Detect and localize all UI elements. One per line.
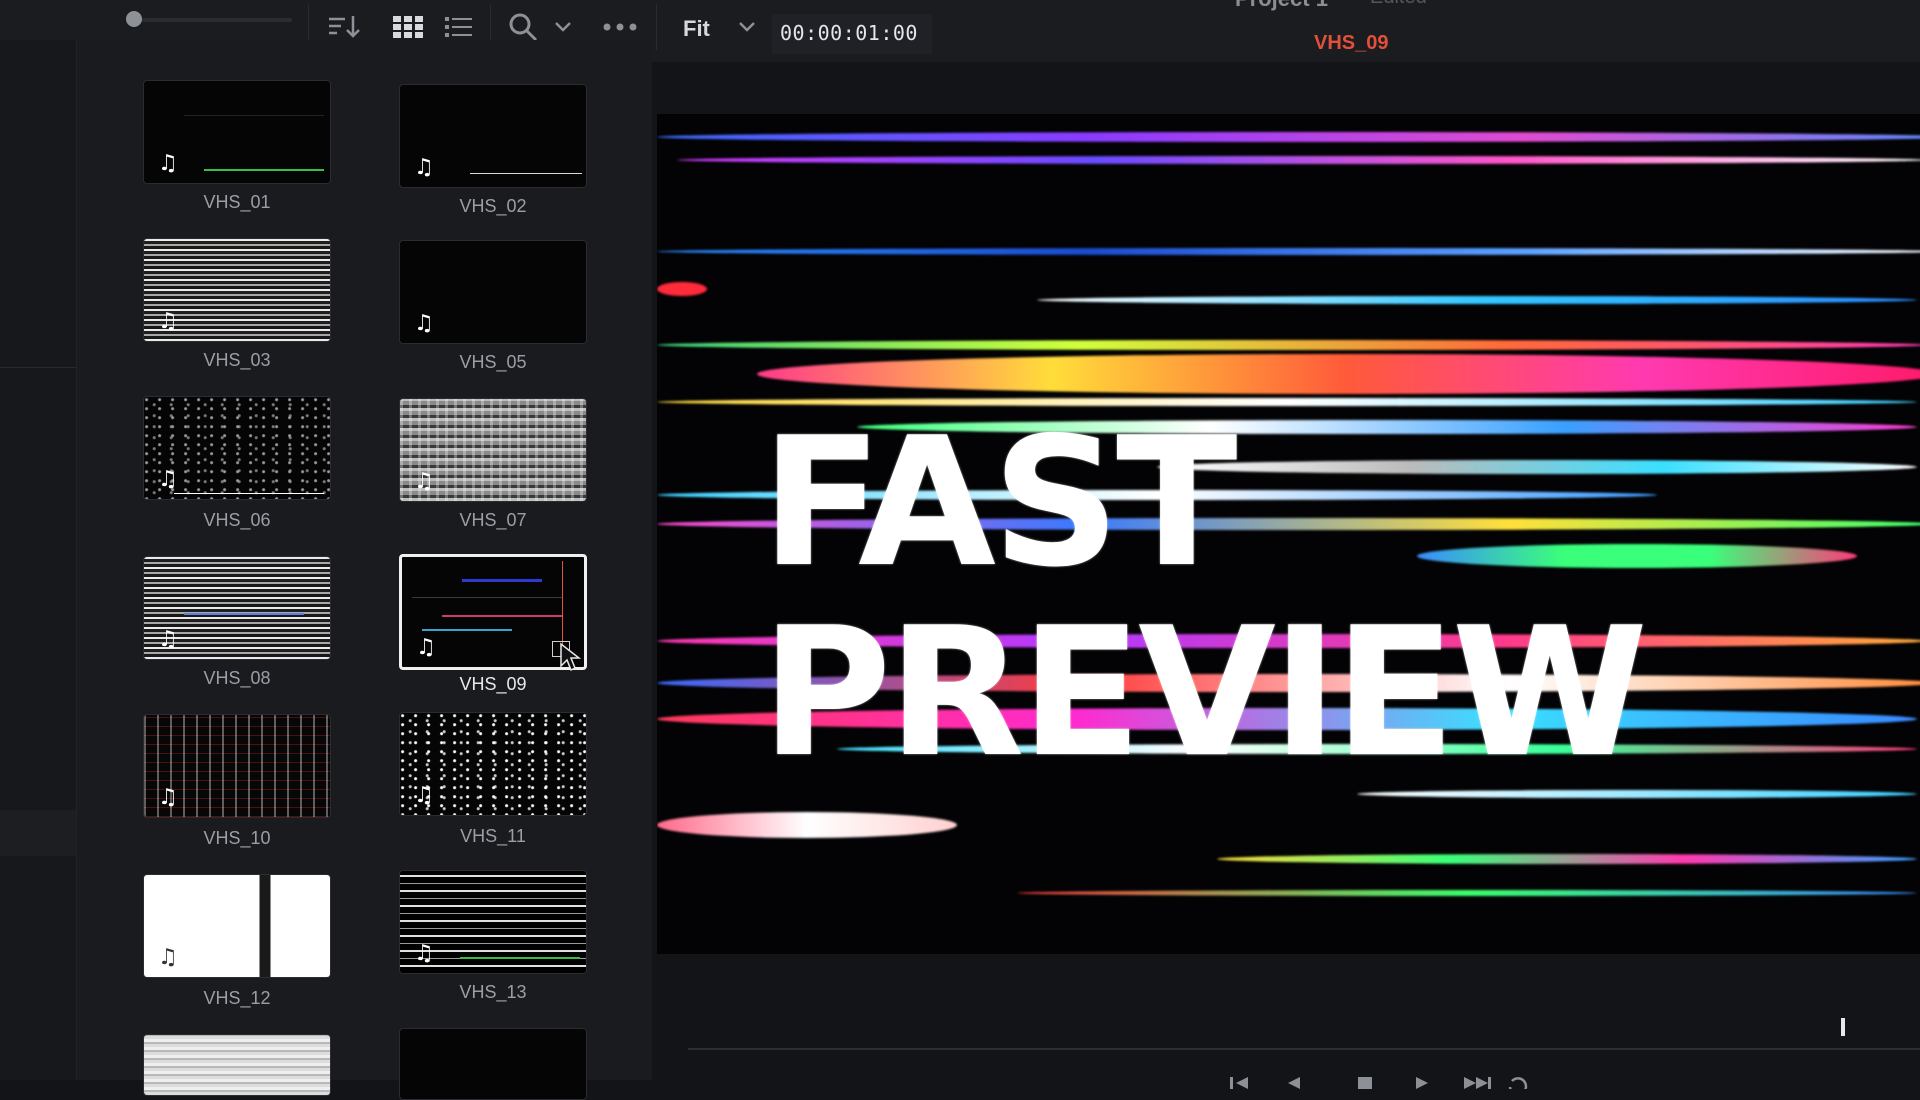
stop-icon bbox=[1358, 1077, 1372, 1089]
glitch-line bbox=[460, 957, 580, 959]
video-viewer[interactable]: FAST PREVIEW bbox=[657, 114, 1920, 954]
glitch-streak bbox=[657, 812, 957, 838]
skip-end-icon bbox=[1476, 1077, 1488, 1089]
skip-end-icon bbox=[1488, 1077, 1491, 1089]
glitch-line bbox=[412, 597, 562, 598]
clip-label: VHS_09 bbox=[459, 674, 527, 694]
clip-label: VHS_11 bbox=[460, 826, 526, 846]
clip-thumbnail[interactable]: ♫ bbox=[399, 870, 587, 974]
sort-icon[interactable] bbox=[326, 10, 362, 44]
clip-thumbnail[interactable]: ♫ bbox=[143, 874, 331, 978]
thumbnail-image bbox=[144, 1035, 330, 1095]
overlay-title-line1: FAST bbox=[761, 399, 1238, 606]
chevron-down-icon[interactable] bbox=[738, 20, 756, 38]
music-note-icon: ♫ bbox=[158, 151, 178, 176]
playhead[interactable] bbox=[1841, 1018, 1845, 1036]
project-title: Project 1 bbox=[1235, 0, 1328, 12]
glitch-line bbox=[174, 493, 324, 494]
glitch-line bbox=[470, 173, 582, 174]
list-view-icon[interactable] bbox=[444, 10, 474, 44]
play-icon bbox=[1416, 1077, 1428, 1089]
glitch-line bbox=[184, 613, 304, 615]
viewer-clip-name: VHS_09 bbox=[1314, 32, 1389, 54]
music-note-icon: ♫ bbox=[414, 311, 434, 336]
clip-thumbnail[interactable] bbox=[399, 1028, 587, 1100]
chevron-down-icon[interactable] bbox=[552, 10, 574, 44]
music-note-icon: ♫ bbox=[414, 783, 434, 808]
skip-end-icon bbox=[1464, 1077, 1476, 1089]
music-note-icon: ♫ bbox=[158, 467, 178, 492]
music-note-icon: ♫ bbox=[414, 155, 434, 180]
transport-controls bbox=[1228, 1064, 1528, 1094]
glitch-line bbox=[422, 629, 512, 631]
glitch-streak bbox=[1217, 854, 1917, 864]
thumbnail-size-slider[interactable] bbox=[132, 18, 292, 22]
glitch-streak bbox=[677, 156, 1920, 164]
glitch-line bbox=[204, 169, 324, 171]
glitch-streak bbox=[1157, 460, 1917, 474]
music-note-icon: ♫ bbox=[158, 785, 178, 810]
skip-start-icon bbox=[1230, 1077, 1233, 1089]
glitch-streak bbox=[657, 248, 1920, 255]
music-note-icon: ♫ bbox=[416, 635, 436, 660]
clip-label: VHS_03 bbox=[203, 350, 271, 370]
glitch-streak bbox=[657, 340, 1920, 350]
glitch-streak bbox=[1017, 890, 1917, 896]
divider bbox=[0, 367, 76, 368]
clip-thumbnail[interactable]: ♫ bbox=[399, 398, 587, 502]
glitch-line bbox=[184, 115, 324, 116]
clip-thumbnail[interactable]: ♫ bbox=[143, 396, 331, 500]
clip-thumbnail[interactable]: ♫ bbox=[143, 714, 331, 818]
glitch-streak bbox=[657, 282, 707, 296]
clip-label: VHS_01 bbox=[203, 192, 271, 212]
glitch-streak bbox=[1417, 544, 1857, 568]
clip-label: VHS_07 bbox=[459, 510, 527, 530]
project-status: Edited bbox=[1370, 0, 1427, 9]
clip-thumbnail[interactable]: ♫ bbox=[143, 80, 331, 184]
clip-label: VHS_12 bbox=[203, 988, 271, 1008]
glitch-streak bbox=[757, 354, 1920, 394]
thumbnail-size-slider-handle[interactable] bbox=[126, 11, 142, 27]
transport-icons[interactable] bbox=[1228, 1069, 1528, 1089]
clip-thumbnail[interactable]: ♫ bbox=[143, 238, 331, 342]
toolbar-divider bbox=[656, 4, 657, 50]
media-pool: ♫ VHS_01 ♫ VHS_02 ♫ VHS_03 ♫ VHS_05 ♫ VH… bbox=[77, 40, 652, 1100]
clip-label: VHS_05 bbox=[459, 352, 527, 372]
music-note-icon: ♫ bbox=[414, 469, 434, 494]
glitch-streak bbox=[1037, 296, 1917, 304]
search-icon[interactable] bbox=[506, 10, 540, 44]
grid-view-icon[interactable] bbox=[390, 10, 426, 44]
overlay-title-line2: PREVIEW bbox=[761, 589, 1648, 796]
clip-label: VHS_06 bbox=[203, 510, 271, 530]
scrubber-bar[interactable] bbox=[688, 1048, 1920, 1050]
glitch-line bbox=[462, 579, 542, 582]
bin-item[interactable] bbox=[0, 810, 76, 856]
clip-thumbnail[interactable] bbox=[143, 1034, 331, 1096]
clip-thumbnail[interactable]: ♫ bbox=[399, 240, 587, 344]
clip-thumbnail[interactable]: ♫ bbox=[399, 712, 587, 816]
step-back-icon bbox=[1288, 1077, 1300, 1089]
music-note-icon: ♫ bbox=[158, 945, 178, 970]
bin-list-panel[interactable] bbox=[0, 40, 77, 1080]
clip-label: VHS_10 bbox=[203, 828, 271, 848]
clip-thumbnail[interactable]: ♫ bbox=[399, 84, 587, 188]
clip-thumbnail[interactable]: ♫ bbox=[143, 556, 331, 660]
clip-label: VHS_13 bbox=[459, 982, 527, 1002]
music-note-icon: ♫ bbox=[158, 627, 178, 652]
zoom-fit-dropdown[interactable]: Fit bbox=[683, 16, 710, 42]
clip-label: VHS_08 bbox=[203, 668, 271, 688]
music-note-icon: ♫ bbox=[414, 941, 434, 966]
glitch-line bbox=[442, 615, 562, 617]
glitch-streak bbox=[657, 132, 1920, 142]
cursor-icon bbox=[560, 642, 581, 672]
timecode-display[interactable]: 00:00:01:00 bbox=[780, 21, 918, 45]
more-icon[interactable] bbox=[600, 10, 640, 44]
clip-label: VHS_02 bbox=[459, 196, 527, 216]
skip-start-icon bbox=[1236, 1077, 1248, 1089]
music-note-icon: ♫ bbox=[158, 309, 178, 334]
